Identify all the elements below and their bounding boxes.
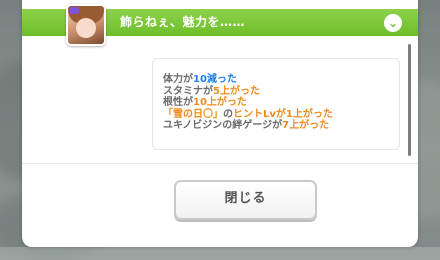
effect-line: 根性が10上がった [163, 97, 333, 109]
event-effects-box: 体力が10減った スタミナが5上がった 根性が10上がった 「雪の日〇」のヒントLvが… [152, 58, 400, 150]
effect-line: 「雪の日〇」のヒントLvが1上がった [163, 109, 333, 121]
effect-text: 10上がった [193, 97, 247, 108]
effect-text: 根性が [163, 97, 193, 108]
effect-text: 体力が [163, 74, 193, 85]
collapse-chevron-icon[interactable]: ⌄ [384, 14, 402, 32]
divider [22, 163, 418, 164]
effect-line: 体力が10減った [163, 74, 333, 86]
effect-text: ユキノビジンの絆ゲージが [163, 120, 283, 131]
event-result-dialog: 飾らねぇ、魅力を…… ⌄ 体力が10減った スタミナが5上がった 根性が10上がった… [22, 0, 418, 247]
effects-list: 体力が10減った スタミナが5上がった 根性が10上がった 「雪の日〇」のヒントLvが… [163, 74, 333, 132]
effect-line: ユキノビジンの絆ゲージが7上がった [163, 120, 333, 132]
character-portrait [66, 4, 106, 46]
effect-text: スタミナが [163, 85, 213, 97]
scrollbar-thumb[interactable] [408, 44, 411, 156]
effect-text: 5上がった [213, 85, 260, 97]
effect-line: スタミナが5上がった [163, 86, 333, 98]
effect-text: 「雪の日〇」 [163, 108, 223, 120]
event-title: 飾らねぇ、魅力を…… [120, 15, 246, 29]
close-button[interactable]: 閉じる [174, 180, 317, 220]
effect-text: の [223, 108, 233, 120]
portrait-tag-icon [69, 7, 79, 14]
effect-text: ヒントLvが1上がった [233, 108, 333, 120]
effect-text: 10減った [193, 74, 237, 85]
effect-text: 7上がった [282, 120, 330, 131]
